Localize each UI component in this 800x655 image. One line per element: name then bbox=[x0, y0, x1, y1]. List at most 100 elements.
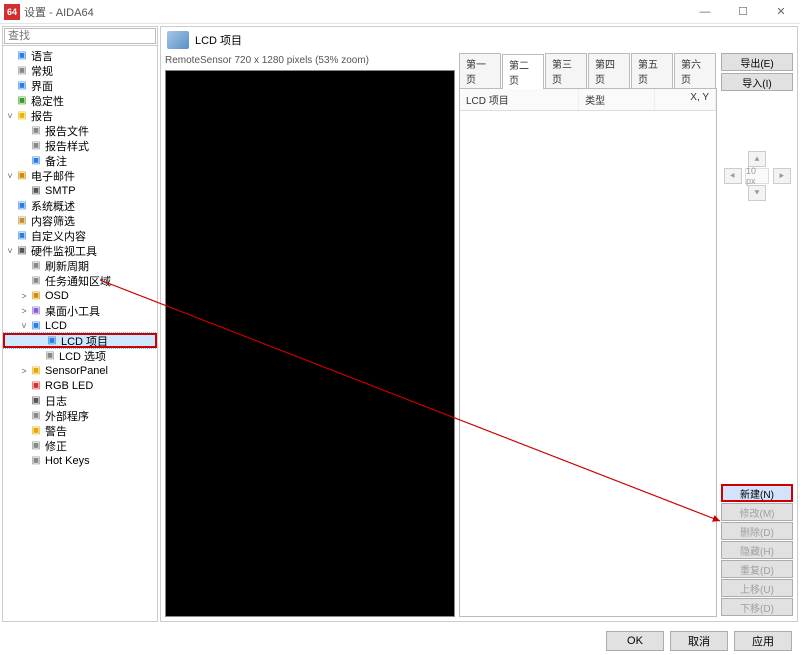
tree-item[interactable]: ˅▣硬件监视工具 bbox=[3, 243, 157, 258]
tree-item[interactable]: ▣刷新周期 bbox=[3, 258, 157, 273]
tab-page-6[interactable]: 第六页 bbox=[674, 53, 716, 88]
tree-item-label: 界面 bbox=[31, 78, 53, 94]
tree-item-label: 任务通知区域 bbox=[45, 273, 111, 289]
import-button[interactable]: 导入(I) bbox=[721, 73, 793, 91]
tree-expander-icon[interactable]: ˅ bbox=[19, 321, 29, 331]
arrow-pad: ⯅ ⯇ 10 px ⯈ ⯆ bbox=[721, 151, 793, 201]
tree-expander-icon[interactable]: ˃ bbox=[19, 291, 29, 301]
ic-filter-icon: ▣ bbox=[15, 214, 29, 227]
preview-canvas[interactable] bbox=[165, 70, 455, 617]
tree-item[interactable]: ▣语言 bbox=[3, 48, 157, 63]
tree-item[interactable]: ˅▣电子邮件 bbox=[3, 168, 157, 183]
tree-item[interactable]: ˃▣桌面小工具 bbox=[3, 303, 157, 318]
ic-doc-icon: ▣ bbox=[29, 124, 43, 137]
ok-button[interactable]: OK bbox=[606, 631, 664, 651]
tree-item[interactable]: ▣修正 bbox=[3, 438, 157, 453]
tree-expander-icon[interactable]: ˃ bbox=[19, 366, 29, 376]
nudge-up-button[interactable]: ⯅ bbox=[748, 151, 766, 167]
tree-item[interactable]: ▣常规 bbox=[3, 63, 157, 78]
tree-item-label: 自定义内容 bbox=[31, 228, 86, 244]
tree-item[interactable]: ˃▣OSD bbox=[3, 288, 157, 303]
tree-item-label: 刷新周期 bbox=[45, 258, 89, 274]
ic-doc-icon: ▣ bbox=[29, 139, 43, 152]
tree-item[interactable]: ▣LCD 选项 bbox=[3, 348, 157, 363]
tree-item[interactable]: ˅▣报告 bbox=[3, 108, 157, 123]
action-button[interactable]: 新建(N) bbox=[721, 484, 793, 502]
tree-expander-icon[interactable]: ˅ bbox=[5, 171, 15, 181]
app-icon: 64 bbox=[4, 4, 20, 20]
tree-item-label: 语言 bbox=[31, 48, 53, 64]
content-panel: LCD 项目 RemoteSensor 720 x 1280 pixels (5… bbox=[160, 26, 798, 622]
nudge-left-button[interactable]: ⯇ bbox=[724, 168, 742, 184]
tree-item[interactable]: ▣SMTP bbox=[3, 183, 157, 198]
lcd-icon bbox=[167, 31, 189, 49]
ic-key-icon: ▣ bbox=[29, 454, 43, 467]
ic-warn-icon: ▣ bbox=[29, 424, 43, 437]
nudge-down-button[interactable]: ⯆ bbox=[748, 185, 766, 201]
sidebar: ▣语言▣常规▣界面▣稳定性˅▣报告▣报告文件▣报告样式▣备注˅▣电子邮件▣SMT… bbox=[2, 26, 158, 622]
export-button[interactable]: 导出(E) bbox=[721, 53, 793, 71]
tree-item[interactable]: ▣警告 bbox=[3, 423, 157, 438]
column-xy[interactable]: X, Y bbox=[655, 89, 716, 110]
maximize-button[interactable]: ☐ bbox=[724, 0, 762, 24]
nudge-right-button[interactable]: ⯈ bbox=[773, 168, 791, 184]
tree-item[interactable]: ▣日志 bbox=[3, 393, 157, 408]
tree-item[interactable]: ▣稳定性 bbox=[3, 93, 157, 108]
tree-expander-icon[interactable]: ˅ bbox=[5, 246, 15, 256]
column-type[interactable]: 类型 bbox=[579, 89, 655, 110]
tab-page-5[interactable]: 第五页 bbox=[631, 53, 673, 88]
tab-page-3[interactable]: 第三页 bbox=[545, 53, 587, 88]
tree-item-label: 报告样式 bbox=[45, 138, 89, 154]
tree-item[interactable]: ▣自定义内容 bbox=[3, 228, 157, 243]
tree-item[interactable]: ▣Hot Keys bbox=[3, 453, 157, 468]
tree-item[interactable]: ▣任务通知区域 bbox=[3, 273, 157, 288]
ic-rgb-icon: ▣ bbox=[29, 379, 43, 392]
tab-page-2[interactable]: 第二页 bbox=[502, 54, 544, 89]
column-item[interactable]: LCD 项目 bbox=[460, 89, 579, 110]
ic-lcd-icon: ▣ bbox=[29, 319, 43, 332]
tree-item[interactable]: ▣备注 bbox=[3, 153, 157, 168]
tree-item-label: 常规 bbox=[31, 63, 53, 79]
tree-item-label: 硬件监视工具 bbox=[31, 243, 97, 259]
tab-page-1[interactable]: 第一页 bbox=[459, 53, 501, 88]
tree-item[interactable]: ˅▣LCD bbox=[3, 318, 157, 333]
tab-page-4[interactable]: 第四页 bbox=[588, 53, 630, 88]
content-header: LCD 项目 bbox=[161, 27, 797, 53]
action-button: 隐藏(H) bbox=[721, 541, 793, 559]
tree-item[interactable]: ˃▣SensorPanel bbox=[3, 363, 157, 378]
content-title: LCD 项目 bbox=[195, 32, 242, 48]
tree-expander-icon[interactable]: ˃ bbox=[19, 306, 29, 316]
minimize-button[interactable]: — bbox=[686, 0, 724, 24]
apply-button[interactable]: 应用 bbox=[734, 631, 792, 651]
ic-shield-icon: ▣ bbox=[15, 94, 29, 107]
ic-hw-icon: ▣ bbox=[15, 244, 29, 257]
tree-item-label: 内容筛选 bbox=[31, 213, 75, 229]
tree-item[interactable]: ▣RGB LED bbox=[3, 378, 157, 393]
cancel-button[interactable]: 取消 bbox=[670, 631, 728, 651]
nudge-step-label: 10 px bbox=[745, 168, 769, 184]
preview-area: RemoteSensor 720 x 1280 pixels (53% zoom… bbox=[165, 53, 455, 617]
tree-item-label: 外部程序 bbox=[45, 408, 89, 424]
list-body[interactable] bbox=[460, 111, 716, 616]
ic-notif-icon: ▣ bbox=[29, 274, 43, 287]
tree-item-label: 修正 bbox=[45, 438, 67, 454]
tree-item[interactable]: ▣系统概述 bbox=[3, 198, 157, 213]
tree-item-label: OSD bbox=[45, 290, 69, 302]
tree-item[interactable]: ▣报告样式 bbox=[3, 138, 157, 153]
ic-net-icon: ▣ bbox=[29, 184, 43, 197]
close-button[interactable]: ✕ bbox=[762, 0, 800, 24]
tabs-area: 第一页第二页第三页第四页第五页第六页 LCD 项目 类型 X, Y bbox=[459, 53, 717, 617]
search-input[interactable] bbox=[4, 28, 156, 44]
settings-tree[interactable]: ▣语言▣常规▣界面▣稳定性˅▣报告▣报告文件▣报告样式▣备注˅▣电子邮件▣SMT… bbox=[3, 46, 157, 621]
ic-osd-icon: ▣ bbox=[29, 289, 43, 302]
tree-item-label: 稳定性 bbox=[31, 93, 64, 109]
tree-item[interactable]: ▣报告文件 bbox=[3, 123, 157, 138]
tree-expander-icon[interactable]: ˅ bbox=[5, 111, 15, 121]
ic-widget-icon: ▣ bbox=[29, 304, 43, 317]
ic-doci-icon: ▣ bbox=[29, 154, 43, 167]
tab-content: LCD 项目 类型 X, Y bbox=[459, 89, 717, 617]
tree-item[interactable]: ▣界面 bbox=[3, 78, 157, 93]
tree-item[interactable]: ▣LCD 项目 bbox=[3, 333, 157, 348]
tree-item[interactable]: ▣外部程序 bbox=[3, 408, 157, 423]
tree-item[interactable]: ▣内容筛选 bbox=[3, 213, 157, 228]
